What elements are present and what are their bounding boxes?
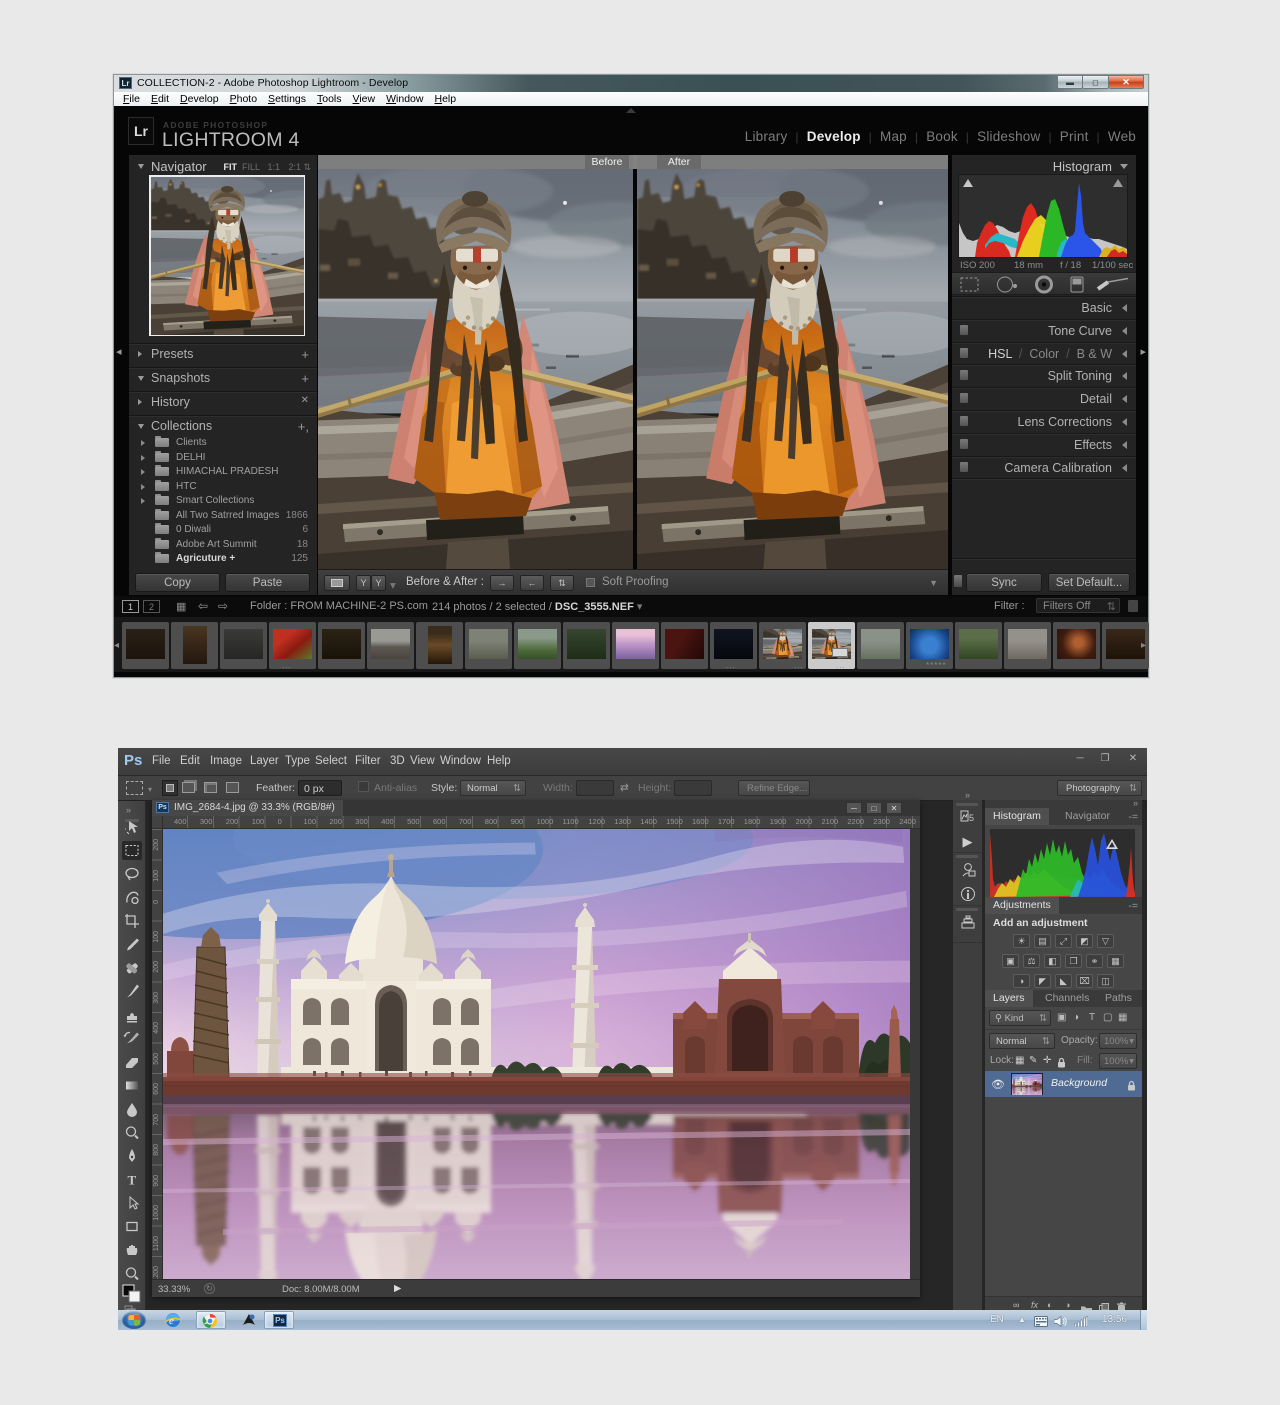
svg-text:T: T	[128, 1173, 137, 1188]
svg-text:e: e	[169, 1315, 174, 1327]
svg-text:5: 5	[969, 813, 974, 823]
svg-text:»: »	[126, 805, 131, 815]
